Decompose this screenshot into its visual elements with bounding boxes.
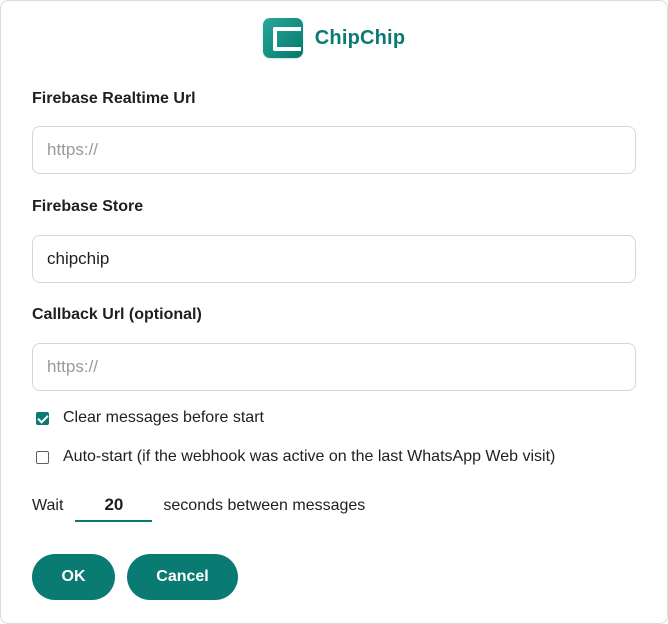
auto-start-label: Auto-start (if the webhook was active on…	[63, 448, 556, 465]
wait-suffix: seconds between messages	[163, 497, 366, 514]
firebase-store-label: Firebase Store	[32, 198, 144, 215]
firebase-realtime-url-label: Firebase Realtime Url	[32, 90, 196, 107]
wait-prefix: Wait	[32, 497, 64, 514]
ok-button[interactable]: OK	[32, 554, 115, 600]
auto-start-checkbox[interactable]	[36, 450, 49, 464]
firebase-store-input[interactable]	[32, 235, 636, 283]
firebase-realtime-url-input[interactable]	[32, 126, 636, 174]
clear-messages-label: Clear messages before start	[63, 409, 264, 426]
brand-name: ChipChip	[314, 26, 406, 49]
header: ChipChip	[1, 17, 667, 59]
callback-url-input[interactable]	[32, 343, 636, 391]
wait-row: Wait seconds between messages	[32, 489, 365, 523]
wait-seconds-input[interactable]	[75, 490, 153, 522]
clear-messages-checkbox[interactable]	[36, 411, 49, 425]
callback-url-label: Callback Url (optional)	[32, 306, 202, 323]
logo-c-glyph	[272, 27, 301, 51]
checkmark-icon	[37, 411, 49, 424]
clear-messages-option[interactable]: Clear messages before start	[36, 409, 264, 427]
settings-panel: ChipChip Firebase Realtime Url Firebase …	[0, 0, 668, 624]
auto-start-option[interactable]: Auto-start (if the webhook was active on…	[36, 448, 555, 466]
chipchip-logo-icon	[262, 18, 303, 58]
cancel-button[interactable]: Cancel	[127, 554, 238, 600]
